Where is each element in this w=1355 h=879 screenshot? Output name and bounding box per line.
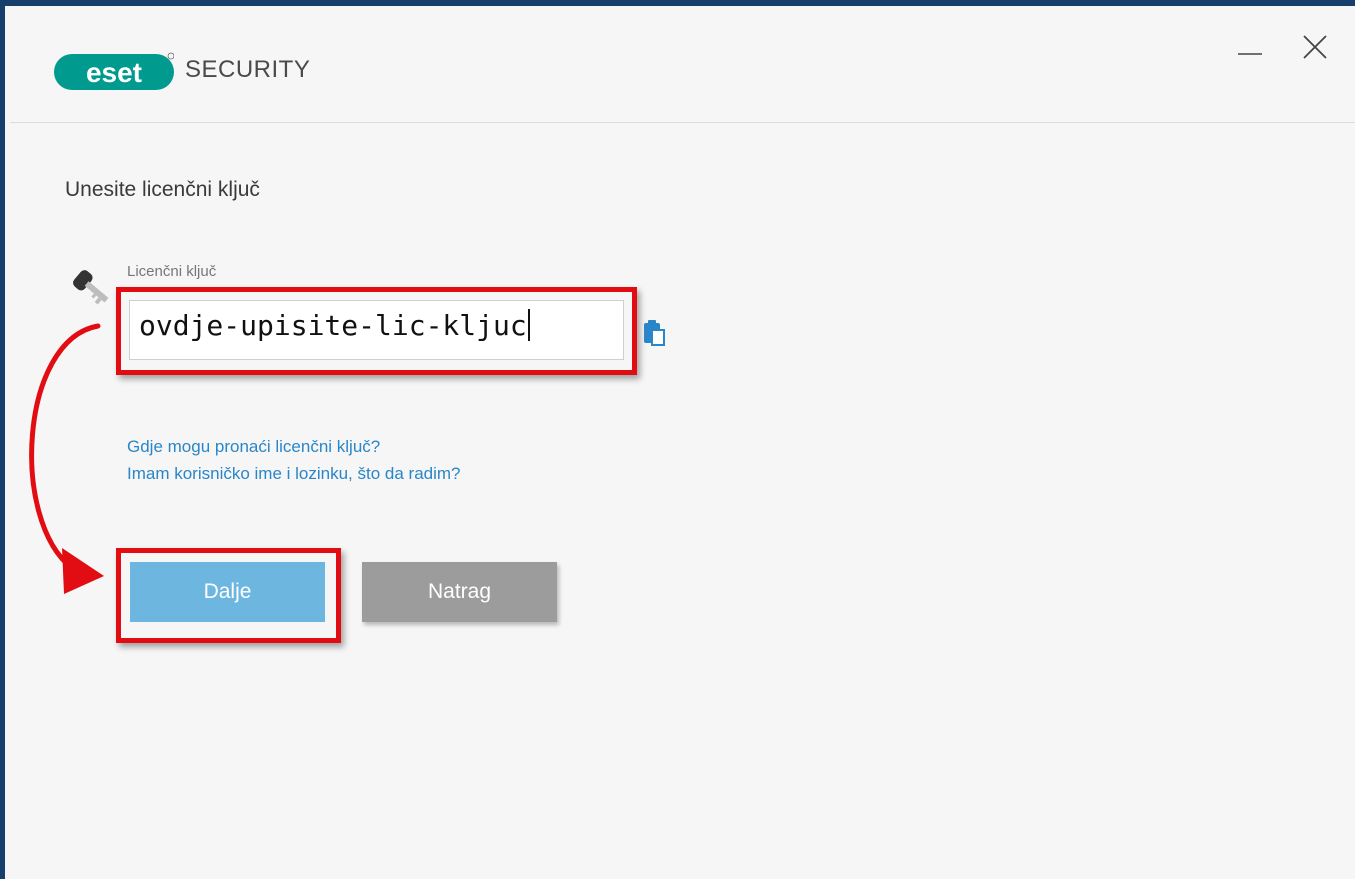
license-key-label: Licenčni ključ <box>127 263 217 280</box>
find-license-key-link[interactable]: Gdje mogu pronaći licenčni ključ? <box>127 437 380 457</box>
license-key-input[interactable]: ovdje-upisite-lic-kljuc <box>129 300 624 360</box>
page-title: Unesite licenčni ključ <box>65 178 260 201</box>
close-icon[interactable] <box>1300 32 1330 62</box>
text-caret <box>527 309 530 341</box>
back-button[interactable]: Natrag <box>362 562 557 622</box>
eset-logo-text: eset <box>86 57 142 88</box>
title-bar: eset SECURITY <box>10 12 1355 123</box>
minimize-icon[interactable] <box>1235 32 1265 62</box>
next-button[interactable]: Dalje <box>130 562 325 622</box>
license-key-value: ovdje-upisite-lic-kljuc <box>139 309 527 342</box>
app-window: eset SECURITY Unesite licenčni ključ Lic… <box>0 0 1355 879</box>
key-icon <box>73 270 109 305</box>
username-password-help-link[interactable]: Imam korisničko ime i lozinku, što da ra… <box>127 464 461 484</box>
eset-logo: eset <box>54 52 174 90</box>
paste-icon[interactable] <box>641 318 667 348</box>
app-title: SECURITY <box>185 56 311 83</box>
